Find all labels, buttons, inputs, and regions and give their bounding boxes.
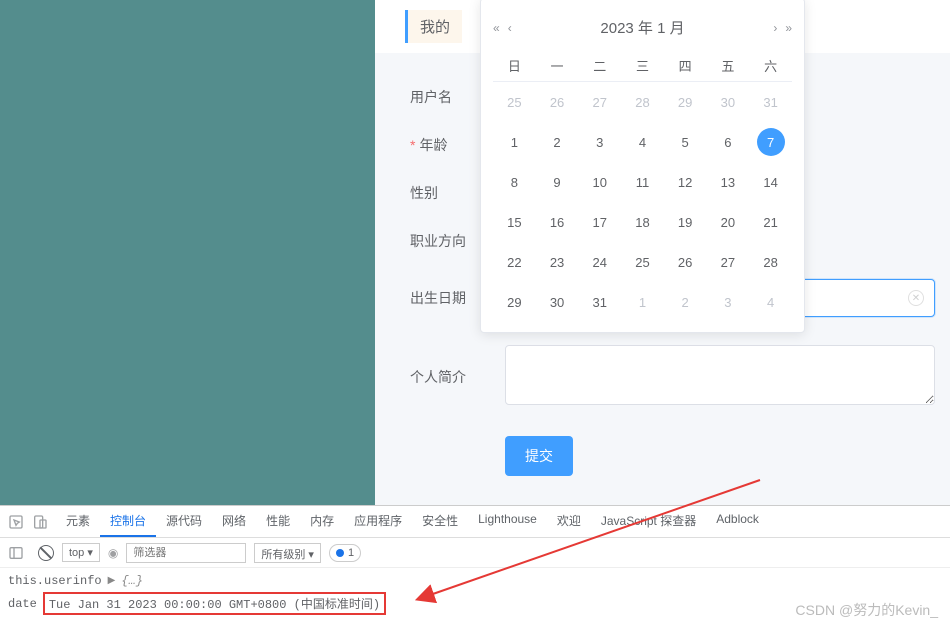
calendar-day[interactable]: 28 [621, 82, 664, 123]
weekday-header: 二 [578, 50, 621, 82]
calendar-day[interactable]: 14 [749, 162, 792, 202]
calendar-day[interactable]: 4 [621, 122, 664, 162]
next-year-icon[interactable]: » [785, 21, 792, 35]
next-month-icon[interactable]: › [773, 21, 777, 35]
calendar-day[interactable]: 29 [664, 82, 707, 123]
calendar-day[interactable]: 12 [664, 162, 707, 202]
calendar-day[interactable]: 29 [493, 282, 536, 322]
calendar-day[interactable]: 24 [578, 242, 621, 282]
sidebar-toggle-icon[interactable] [8, 545, 24, 561]
calendar-day[interactable]: 1 [621, 282, 664, 322]
calendar-day[interactable]: 27 [707, 242, 750, 282]
devtools-tab[interactable]: 网络 [212, 506, 256, 537]
calendar-day[interactable]: 20 [707, 202, 750, 242]
devtools-tab[interactable]: Lighthouse [468, 506, 547, 537]
bio-label: 个人简介 [375, 367, 505, 387]
calendar-day[interactable]: 3 [578, 122, 621, 162]
weekday-header: 一 [536, 50, 579, 82]
weekday-header: 六 [749, 50, 792, 82]
devtools-tab[interactable]: JavaScript 探查器 [591, 506, 706, 537]
calendar-day[interactable]: 9 [536, 162, 579, 202]
context-selector[interactable]: top ▾ [62, 543, 100, 562]
calendar-day[interactable]: 19 [664, 202, 707, 242]
calendar-day[interactable]: 26 [664, 242, 707, 282]
calendar-day[interactable]: 27 [578, 82, 621, 123]
calendar-day[interactable]: 25 [621, 242, 664, 282]
calendar-day[interactable]: 6 [707, 122, 750, 162]
calendar-grid: 日一二三四五六 25262728293031123456789101112131… [493, 50, 792, 322]
watermark: CSDN @努力的Kevin_ [795, 600, 938, 620]
calendar-day[interactable]: 1 [493, 122, 536, 162]
page-tag: 我的 [405, 10, 462, 43]
calendar-day[interactable]: 2 [536, 122, 579, 162]
weekday-header: 四 [664, 50, 707, 82]
calendar-day[interactable]: 18 [621, 202, 664, 242]
devtools-tab[interactable]: 安全性 [412, 506, 468, 537]
calendar-day[interactable]: 5 [664, 122, 707, 162]
calendar-day[interactable]: 2 [664, 282, 707, 322]
calendar-day[interactable]: 22 [493, 242, 536, 282]
clear-icon[interactable]: ✕ [908, 290, 924, 306]
calendar-day[interactable]: 13 [707, 162, 750, 202]
devtools-tab[interactable]: 内存 [300, 506, 344, 537]
issues-badge[interactable]: 1 [329, 544, 361, 562]
calendar-day[interactable]: 17 [578, 202, 621, 242]
content-panel: 我的 用户名 年龄 性别 职业方向 出生日期 [375, 0, 950, 505]
devtools-tab[interactable]: 控制台 [100, 506, 156, 537]
calendar-title: 2023 年 1 月 [600, 17, 684, 38]
calendar-day[interactable]: 31 [578, 282, 621, 322]
devtools-tab[interactable]: 元素 [56, 506, 100, 537]
expand-icon[interactable]: ▶ [108, 575, 116, 587]
prev-year-icon[interactable]: « [493, 21, 500, 35]
calendar-day[interactable]: 16 [536, 202, 579, 242]
inspect-icon[interactable] [8, 514, 24, 530]
calendar-day[interactable]: 7 [749, 122, 792, 162]
weekday-header: 三 [621, 50, 664, 82]
weekday-header: 五 [707, 50, 750, 82]
devtools-tab[interactable]: 性能 [256, 506, 300, 537]
sidebar-panel [0, 0, 375, 505]
calendar-day[interactable]: 21 [749, 202, 792, 242]
devtools-tab[interactable]: 应用程序 [344, 506, 412, 537]
calendar-day[interactable]: 10 [578, 162, 621, 202]
submit-button[interactable]: 提交 [505, 436, 573, 476]
calendar-day[interactable]: 26 [536, 82, 579, 123]
eye-icon[interactable]: ◉ [108, 546, 118, 560]
calendar-day[interactable]: 30 [707, 82, 750, 123]
clear-console-icon[interactable] [38, 545, 54, 561]
calendar-day[interactable]: 4 [749, 282, 792, 322]
log-levels-select[interactable]: 所有级别 ▾ [254, 543, 321, 563]
console-line[interactable]: this.userinfo ▶ {…} [8, 572, 942, 590]
calendar-day[interactable]: 11 [621, 162, 664, 202]
highlighted-value: Tue Jan 31 2023 00:00:00 GMT+0800 (中国标准时… [43, 592, 386, 615]
device-icon[interactable] [32, 514, 48, 530]
calendar-day[interactable]: 31 [749, 82, 792, 123]
devtools-tab[interactable]: 欢迎 [547, 506, 591, 537]
calendar-day[interactable]: 3 [707, 282, 750, 322]
bio-textarea[interactable] [505, 345, 935, 405]
calendar-day[interactable]: 30 [536, 282, 579, 322]
calendar-day[interactable]: 28 [749, 242, 792, 282]
calendar-popup: « ‹ 2023 年 1 月 › » 日一二三四五六 2526272829303… [480, 0, 805, 333]
calendar-day[interactable]: 25 [493, 82, 536, 123]
calendar-day[interactable]: 23 [536, 242, 579, 282]
calendar-day[interactable]: 15 [493, 202, 536, 242]
calendar-day[interactable]: 8 [493, 162, 536, 202]
weekday-header: 日 [493, 50, 536, 82]
console-filter-input[interactable] [126, 543, 246, 563]
devtools-tab[interactable]: Adblock [706, 506, 769, 537]
prev-month-icon[interactable]: ‹ [508, 21, 512, 35]
devtools-tab[interactable]: 源代码 [156, 506, 212, 537]
